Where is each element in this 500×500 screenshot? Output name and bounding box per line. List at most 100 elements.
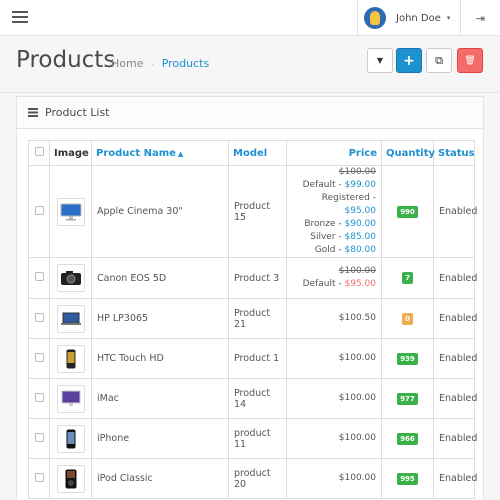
logout-button[interactable]: ⇥ — [460, 0, 500, 36]
product-name-cell: HP LP3065 — [91, 298, 229, 339]
chevron-down-icon: ▾ — [446, 14, 451, 22]
quantity-badge: 0 — [402, 312, 413, 325]
special-price: $99.00 — [344, 180, 377, 190]
model-cell: product 11 — [228, 418, 287, 459]
quantity-cell: 990 — [381, 165, 434, 258]
row-checkbox[interactable] — [34, 272, 44, 281]
row-checkbox[interactable] — [34, 432, 44, 442]
product-thumbnail — [56, 384, 85, 413]
select-cell — [28, 458, 50, 499]
panel-title: Product List — [45, 106, 110, 119]
breadcrumb-separator: › — [150, 60, 155, 69]
image-cell — [49, 338, 92, 379]
filter-button[interactable]: ▼ — [367, 48, 393, 73]
logout-icon: ⇥ — [475, 11, 486, 25]
table-header-row: Image Product Name ▲ Model Price Quantity… — [28, 140, 475, 166]
breadcrumb: Home › Products — [111, 57, 209, 70]
special-price: $95.00 — [344, 206, 377, 216]
image-cell — [49, 257, 92, 299]
panel-heading: Product List — [17, 97, 483, 129]
model-cell: Product 14 — [228, 378, 287, 419]
column-model[interactable]: Model — [228, 140, 287, 166]
model-cell: Product 3 — [228, 257, 287, 299]
status-cell: Enabled — [433, 378, 477, 419]
delete-button[interactable]: 🗑 — [457, 48, 483, 73]
price-cell: $100.00 Default - $95.00 — [286, 257, 382, 299]
special-price: $80.00 — [344, 245, 377, 255]
row-checkbox[interactable] — [34, 352, 44, 362]
quantity-cell: 977 — [381, 378, 434, 419]
product-table: Image Product Name ▲ Model Price Quantity… — [28, 140, 477, 499]
product-name-cell: Canon EOS 5D — [91, 257, 229, 299]
copy-icon: ⧉ — [435, 53, 443, 67]
row-checkbox[interactable] — [34, 472, 44, 482]
ipod-icon — [65, 469, 77, 489]
add-new-button[interactable]: + — [396, 48, 422, 73]
special-price-line: Silver - $85.00 — [310, 232, 376, 242]
status-cell: Enabled — [433, 338, 477, 379]
menu-toggle-icon[interactable] — [12, 11, 28, 25]
breadcrumb-products[interactable]: Products — [162, 57, 210, 70]
quantity-cell: 939 — [381, 338, 434, 379]
filter-icon: ▼ — [376, 56, 384, 65]
product-name-cell: iMac — [91, 378, 229, 419]
breadcrumb-home[interactable]: Home — [111, 57, 143, 70]
price: $100.00 — [338, 393, 376, 403]
table-row: HTC Touch HD Product 1 $100.00 939 Enabled — [28, 338, 477, 379]
quantity-badge: 7 — [402, 272, 413, 284]
product-name-cell: Apple Cinema 30" — [91, 165, 229, 258]
image-cell — [49, 378, 92, 419]
price-cell: $100.00 Default - $99.00 Registered - $95.… — [286, 165, 382, 258]
model-cell: product 20 — [228, 458, 287, 499]
special-price: $90.00 — [344, 219, 377, 229]
status-cell: Enabled — [433, 458, 477, 499]
product-thumbnail — [56, 264, 85, 292]
special-group: Registered — [321, 193, 370, 203]
top-bar: John Doe ▾ ⇥ — [0, 0, 500, 36]
product-name-cell: iPhone — [91, 418, 229, 459]
model-cell: Product 21 — [228, 298, 287, 339]
user-name: John Doe — [396, 12, 441, 24]
model-cell: Product 15 — [228, 165, 287, 258]
copy-button[interactable]: ⧉ — [426, 48, 452, 73]
column-image: Image — [49, 140, 92, 166]
column-status[interactable]: Status — [433, 140, 475, 166]
camera-icon — [60, 270, 82, 286]
price: $100.00 — [338, 473, 376, 483]
user-menu[interactable]: John Doe ▾ — [357, 0, 460, 36]
select-cell — [28, 378, 50, 419]
iphone-icon — [66, 429, 76, 449]
status-cell: Enabled — [433, 257, 477, 299]
select-cell — [28, 338, 50, 379]
status-cell: Enabled — [433, 298, 477, 339]
quantity-cell: 7 — [381, 257, 434, 299]
price-cell: $100.50 — [286, 298, 382, 339]
quantity-badge: 977 — [397, 392, 418, 405]
select-all-cell — [28, 140, 50, 166]
column-quantity[interactable]: Quantity — [381, 140, 435, 166]
quantity-cell: 995 — [381, 458, 434, 499]
laptop-icon — [60, 312, 82, 326]
select-cell — [28, 298, 50, 339]
status-cell: Enabled — [433, 165, 477, 258]
special-price-line: Gold - $80.00 — [314, 245, 377, 255]
special-group: Bronze — [304, 219, 336, 229]
row-checkbox[interactable] — [34, 312, 44, 322]
column-product-name[interactable]: Product Name ▲ — [91, 140, 229, 166]
column-price[interactable]: Price — [286, 140, 382, 166]
page-header: Products Home › Products — [0, 37, 500, 93]
product-thumbnail — [56, 197, 85, 226]
price-cell: $100.00 — [286, 418, 382, 459]
quantity-cell: 966 — [381, 418, 434, 459]
price-cell: $100.00 — [286, 338, 382, 379]
product-thumbnail — [56, 304, 85, 333]
select-all-checkbox[interactable] — [34, 147, 44, 156]
row-checkbox[interactable] — [34, 392, 44, 402]
special-price-line: Bronze - $90.00 — [304, 219, 377, 229]
special-group: Gold — [314, 245, 336, 255]
row-checkbox[interactable] — [34, 205, 44, 215]
product-name-cell: iPod Classic — [91, 458, 229, 499]
select-cell — [28, 418, 50, 459]
price-cell: $100.00 — [286, 378, 382, 419]
special-group: Silver — [310, 232, 336, 242]
